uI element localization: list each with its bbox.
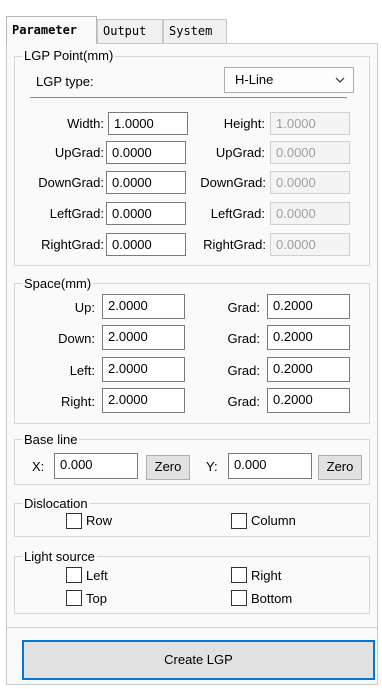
downgrad-field[interactable]: 0.0000 [106, 171, 186, 194]
space-right-field[interactable]: 2.0000 [102, 388, 185, 413]
tab-parameter[interactable]: Parameter [6, 16, 97, 44]
dislocation-title: Dislocation [22, 496, 90, 511]
light-right-checkbox[interactable] [231, 567, 247, 583]
leftgrad-right-field: 0.0000 [270, 202, 350, 225]
leftgrad-label: LeftGrad: [49, 206, 104, 221]
leftgrad-right-label: LeftGrad: [210, 206, 265, 221]
space-title: Space(mm) [22, 276, 94, 291]
space-left-label: Left: [69, 363, 95, 378]
light-source-title: Light source [22, 549, 97, 564]
width-field[interactable]: 1.0000 [108, 112, 188, 135]
space-up-grad-label: Grad: [227, 300, 260, 315]
base-x-label: X: [32, 459, 45, 474]
lgp-window: { "tabs": ["Parameter", "Output", "Syste… [0, 0, 382, 689]
base-y-field[interactable]: 0.000 [228, 453, 312, 479]
light-top-label: Top [86, 591, 107, 606]
downgrad-right-label: DownGrad: [200, 175, 266, 190]
lgp-point-title: LGP Point(mm) [22, 48, 116, 63]
space-up-field[interactable]: 2.0000 [102, 294, 185, 319]
base-line-title: Base line [22, 432, 80, 447]
leftgrad-field[interactable]: 0.0000 [106, 202, 186, 225]
light-bottom-checkbox[interactable] [231, 590, 247, 606]
light-right-label: Right [251, 568, 282, 583]
rightgrad-right-field: 0.0000 [270, 233, 350, 256]
row-label: Row [86, 513, 113, 528]
downgrad-right-field: 0.0000 [270, 171, 350, 194]
light-top-checkbox[interactable] [66, 590, 82, 606]
space-right-grad-label: Grad: [227, 394, 260, 409]
create-lgp-button[interactable]: Create LGP [22, 640, 375, 680]
width-label: Width: [67, 116, 104, 131]
base-y-zero-button[interactable]: Zero [318, 455, 362, 480]
light-bottom-label: Bottom [251, 591, 293, 606]
lgp-type-divider [30, 97, 347, 98]
rightgrad-field[interactable]: 0.0000 [106, 233, 186, 256]
upgrad-right-field: 0.0000 [270, 141, 350, 164]
space-down-label: Down: [58, 331, 95, 346]
downgrad-label: DownGrad: [38, 175, 104, 190]
footer-divider [7, 627, 377, 628]
tab-output[interactable]: Output [97, 19, 163, 43]
lgp-type-select[interactable]: H-Line [224, 67, 354, 93]
base-x-zero-button[interactable]: Zero [146, 455, 190, 480]
light-left-checkbox[interactable] [66, 567, 82, 583]
height-field: 1.0000 [270, 112, 350, 135]
space-down-grad-label: Grad: [227, 331, 260, 346]
space-up-label: Up: [74, 300, 95, 315]
space-left-grad-field[interactable]: 0.2000 [267, 357, 350, 382]
space-down-field[interactable]: 2.0000 [102, 325, 185, 350]
lgp-type-value: H-Line [235, 72, 274, 87]
lgp-type-label: LGP type: [36, 74, 94, 89]
row-checkbox[interactable] [66, 513, 82, 529]
height-label: Height: [223, 116, 265, 131]
rightgrad-label: RightGrad: [41, 237, 104, 252]
space-right-label: Right: [61, 394, 95, 409]
space-up-grad-field[interactable]: 0.2000 [267, 294, 350, 319]
light-left-label: Left [86, 568, 108, 583]
base-y-label: Y: [206, 459, 218, 474]
upgrad-label: UpGrad: [54, 145, 104, 160]
rightgrad-right-label: RightGrad: [203, 237, 266, 252]
tab-system[interactable]: System [163, 19, 227, 43]
space-left-grad-label: Grad: [227, 363, 260, 378]
upgrad-right-label: UpGrad: [215, 145, 265, 160]
chevron-down-icon [335, 77, 345, 83]
upgrad-field[interactable]: 0.0000 [106, 141, 186, 164]
column-checkbox[interactable] [231, 513, 247, 529]
space-left-field[interactable]: 2.0000 [102, 357, 185, 382]
space-down-grad-field[interactable]: 0.2000 [267, 325, 350, 350]
space-right-grad-field[interactable]: 0.2000 [267, 388, 350, 413]
base-x-field[interactable]: 0.000 [54, 453, 138, 479]
column-label: Column [251, 513, 296, 528]
